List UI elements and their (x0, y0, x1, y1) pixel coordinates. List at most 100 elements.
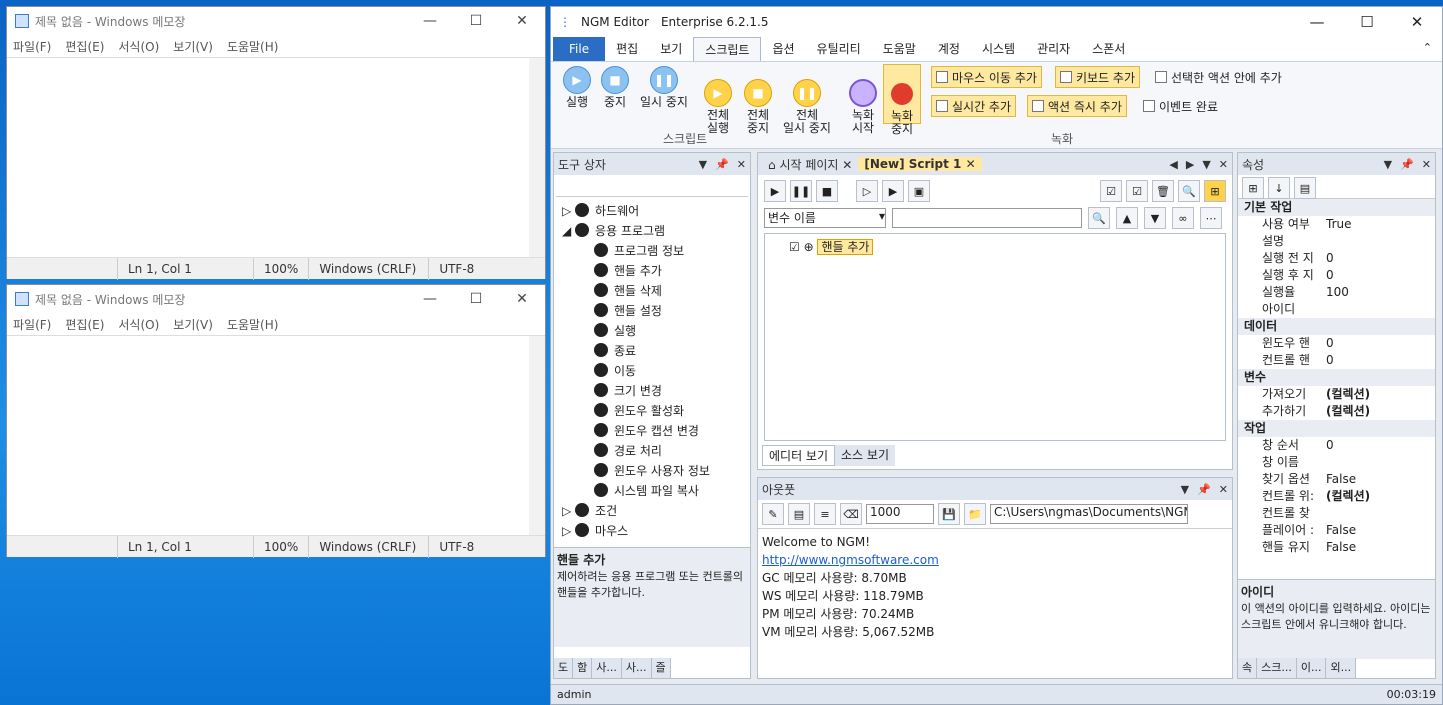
play-outline-icon[interactable]: ▷ (856, 180, 878, 202)
property-category[interactable]: 기본 작업 (1238, 199, 1435, 216)
property-row[interactable]: 아이디 (1238, 301, 1435, 318)
tab-script[interactable]: 스크... (1257, 658, 1297, 678)
dropdown-icon[interactable]: ▼ (1202, 158, 1210, 171)
list-icon[interactable]: ≡ (814, 503, 836, 525)
close-button[interactable]: ✕ (499, 291, 545, 307)
menu-edit[interactable]: 편집(E) (65, 316, 104, 333)
down-icon[interactable]: ▼ (1144, 207, 1166, 229)
scrollbar[interactable] (529, 58, 545, 257)
pin-icon[interactable]: 📌 (715, 158, 729, 171)
tab-help[interactable]: 도움말 (872, 37, 927, 61)
run-all-button[interactable]: ▶ 전체 실행 (699, 66, 737, 135)
property-value[interactable]: (컬렉션) (1322, 488, 1370, 505)
property-value[interactable]: False (1322, 471, 1356, 488)
property-row[interactable]: 가져오기 (컬렉션) (1238, 386, 1435, 403)
property-value[interactable]: 0 (1322, 250, 1334, 267)
tab-options[interactable]: 옵션 (761, 37, 805, 61)
scroll-left-icon[interactable]: ◀ (1169, 158, 1177, 171)
tab-admin[interactable]: 관리자 (1026, 37, 1081, 61)
script-canvas[interactable]: ☑ ⊕ 핸들 추가 (764, 233, 1226, 441)
search-icon[interactable]: 🔍 (1088, 207, 1110, 229)
toolbox-item[interactable]: 종료 (554, 341, 750, 361)
add-in-selected-button[interactable]: 선택한 액션 안에 추가 (1151, 66, 1286, 88)
tab-editor-view[interactable]: 에디터 보기 (762, 445, 836, 466)
expand-icon[interactable]: ▷ (562, 524, 575, 538)
dropdown-icon[interactable]: ▼ (1181, 483, 1189, 496)
step-icon[interactable]: ▣ (908, 180, 930, 202)
close-button[interactable]: ✕ (1392, 13, 1442, 31)
menu-help[interactable]: 도움말(H) (227, 316, 279, 333)
add-realtime-button[interactable]: 실시간 추가 (931, 95, 1017, 117)
toolbox-search-input[interactable] (556, 177, 748, 197)
pause-icon[interactable]: ❚❚ (790, 180, 812, 202)
toolbox-item[interactable]: 크기 변경 (554, 381, 750, 401)
property-row[interactable]: 창 순서 0 (1238, 437, 1435, 454)
property-value[interactable]: False (1322, 539, 1356, 556)
property-row[interactable]: 컨트롤 핸 0 (1238, 352, 1435, 369)
property-row[interactable]: 컨트롤 찾 (1238, 505, 1435, 522)
tab-script-1[interactable]: [New] Script 1 ✕ (858, 157, 982, 171)
tab-source-view[interactable]: 소스 보기 (835, 445, 895, 466)
toolbox-item[interactable]: 핸들 추가 (554, 261, 750, 281)
property-value[interactable]: False (1322, 522, 1356, 539)
expand-icon[interactable]: ▷ (562, 204, 575, 218)
play-icon[interactable]: ▶ (764, 180, 786, 202)
tab-properties[interactable]: 속 (1238, 658, 1258, 678)
record-start-button[interactable]: 녹화 시작 (845, 66, 881, 135)
minimize-button[interactable]: — (407, 13, 453, 29)
property-value[interactable]: 0 (1322, 437, 1334, 454)
toolbox-item[interactable]: 프로그램 정보 (554, 241, 750, 261)
checkbox[interactable]: ☑ (789, 240, 800, 254)
property-row[interactable]: 사용 여부 True (1238, 216, 1435, 233)
categorized-icon[interactable]: ⊞ (1242, 177, 1264, 199)
dropdown-icon[interactable]: ▼ (699, 158, 707, 171)
toolbox-item[interactable]: 윈도우 사용자 정보 (554, 461, 750, 481)
pin-icon[interactable]: 📌 (1400, 158, 1414, 171)
menu-view[interactable]: 보기(V) (173, 38, 213, 55)
scroll-right-icon[interactable]: ▶ (1186, 158, 1194, 171)
close-icon[interactable]: ✕ (1219, 158, 1228, 171)
close-icon[interactable]: ✕ (1422, 158, 1431, 171)
property-value[interactable]: 100 (1322, 284, 1349, 301)
property-row[interactable]: 컨트롤 위: (컬렉션) (1238, 488, 1435, 505)
output-path-input[interactable]: C:\Users\ngmas\Documents\NGM6\ (990, 504, 1188, 524)
tab-script[interactable]: 스크립트 (693, 37, 762, 61)
close-icon[interactable]: ✕ (737, 158, 746, 171)
tab-dictionary[interactable]: 사... (592, 658, 622, 678)
add-mouse-move-button[interactable]: 마우스 이동 추가 (931, 66, 1042, 88)
tab-functions[interactable]: 함 (573, 658, 593, 678)
variable-value-input[interactable] (892, 208, 1082, 228)
tab-image[interactable]: 이... (1296, 658, 1327, 678)
tree-view-icon[interactable]: ⊞ (1204, 180, 1226, 202)
script-node[interactable]: 핸들 추가 (817, 239, 874, 255)
property-category[interactable]: 데이터 (1238, 318, 1435, 335)
tab-start-page[interactable]: ⌂ 시작 페이지 ✕ (762, 156, 858, 173)
line-count-spinner[interactable]: 1000 (866, 504, 934, 524)
tab-account[interactable]: 계정 (927, 37, 971, 61)
loop-icon[interactable]: ∞ (1172, 207, 1194, 229)
toolbox-item[interactable]: 윈도우 캡션 변경 (554, 421, 750, 441)
toolbox-item[interactable]: ◢ 응용 프로그램 (554, 221, 750, 241)
maximize-button[interactable]: ☐ (453, 291, 499, 307)
property-value[interactable]: 0 (1322, 335, 1334, 352)
maximize-button[interactable]: ☐ (453, 13, 499, 29)
delete-icon[interactable]: 🗑 (1152, 180, 1174, 202)
variable-select[interactable]: 변수 이름 ▾ (764, 208, 886, 228)
toolbox-item[interactable]: 핸들 설정 (554, 301, 750, 321)
property-row[interactable]: 핸들 유지 False (1238, 539, 1435, 556)
property-pages-icon[interactable]: ▤ (1294, 177, 1316, 199)
collapse-ribbon-icon[interactable]: ⌃ (1423, 41, 1432, 54)
dropdown-icon[interactable]: ▼ (1384, 158, 1392, 171)
doc-icon[interactable]: ▤ (788, 503, 810, 525)
run-button[interactable]: ▶ 실행 (559, 66, 595, 109)
search-icon[interactable]: 🔍 (1178, 180, 1200, 202)
toolbox-item[interactable]: 경로 처리 (554, 441, 750, 461)
toolbox-item[interactable]: ▷ 하드웨어 (554, 201, 750, 221)
toolbox-item[interactable]: 시스템 파일 복사 (554, 481, 750, 501)
folder-icon[interactable]: 📁 (964, 503, 986, 525)
toolbox-item[interactable]: 실행 (554, 321, 750, 341)
check-icon[interactable]: ☑ (1100, 180, 1122, 202)
tab-sponsor[interactable]: 스폰서 (1081, 37, 1136, 61)
add-keyboard-button[interactable]: 키보드 추가 (1055, 66, 1141, 88)
menu-help[interactable]: 도움말(H) (227, 38, 279, 55)
